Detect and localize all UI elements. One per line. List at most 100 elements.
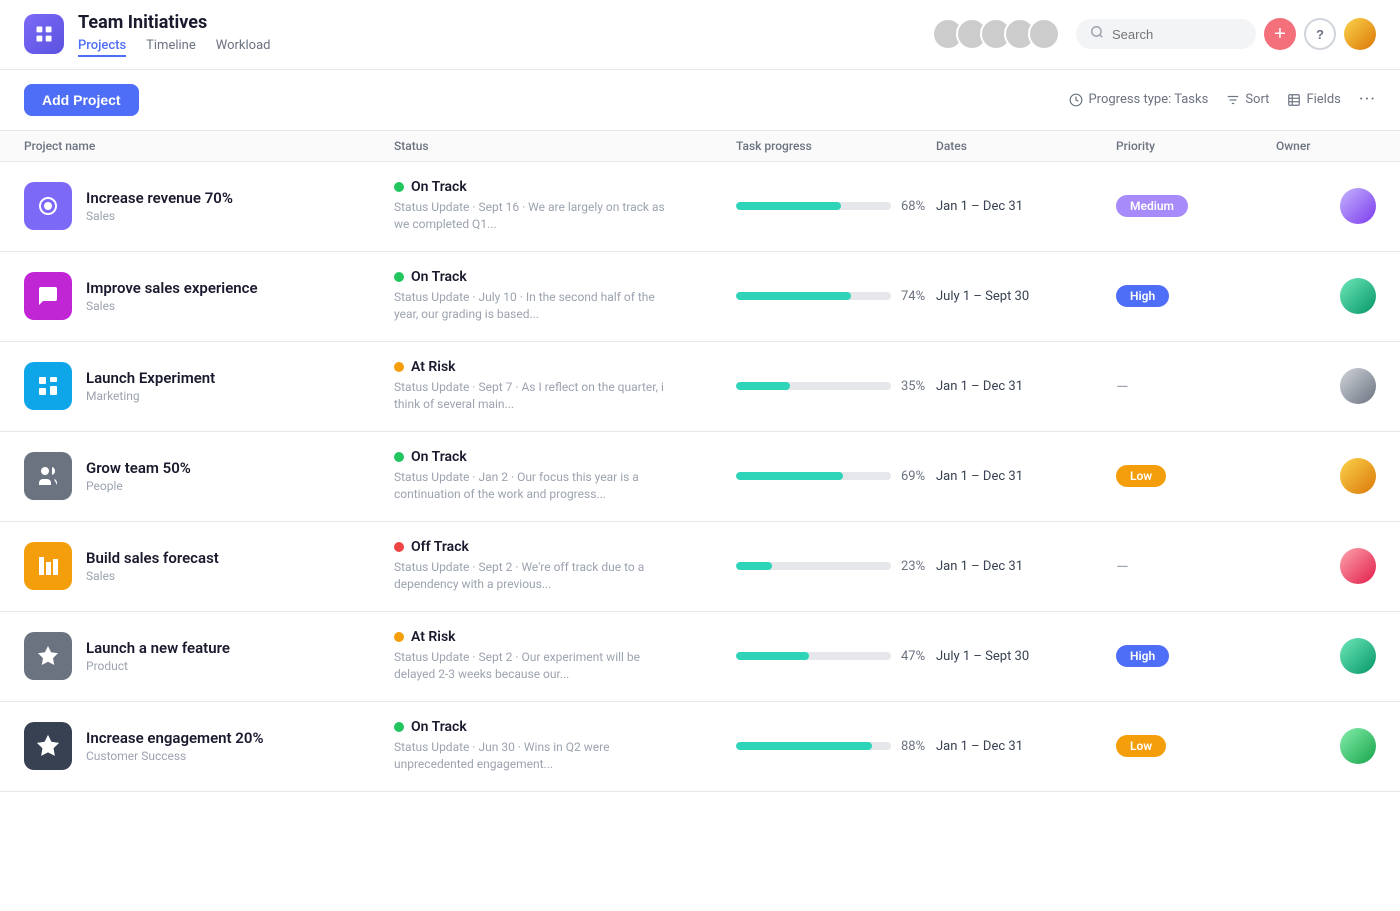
project-name: Increase engagement 20%: [86, 729, 264, 747]
priority-badge: High: [1116, 645, 1169, 667]
status-text: On Track: [411, 719, 467, 735]
app-logo: [24, 14, 64, 54]
project-info: Improve sales experience Sales: [24, 272, 394, 320]
status-col: On Track Status Update · July 10 · In th…: [394, 269, 736, 323]
progress-col: 35%: [736, 379, 936, 394]
priority-none: —: [1116, 557, 1129, 576]
status-update: Status Update · Sept 16 · We are largely…: [394, 199, 674, 233]
status-dot: [394, 632, 404, 642]
sort-label: Sort: [1245, 92, 1269, 107]
table-row[interactable]: Improve sales experience Sales On Track …: [0, 252, 1400, 342]
priority-col: High: [1116, 285, 1276, 307]
status-col: Off Track Status Update · Sept 2 · We're…: [394, 539, 736, 593]
col-status: Status: [394, 139, 736, 153]
status-update: Status Update · Sept 2 · Our experiment …: [394, 649, 674, 683]
dates-col: Jan 1 – Dec 31: [936, 199, 1116, 214]
sort-action[interactable]: Sort: [1226, 92, 1269, 107]
project-icon: [24, 452, 72, 500]
progress-bar: [736, 472, 891, 480]
progress-pct: 88%: [901, 739, 936, 754]
header: Team Initiatives Projects Timeline Workl…: [0, 0, 1400, 70]
owner-avatar: [1340, 368, 1376, 404]
project-team: People: [86, 479, 191, 493]
project-name: Launch a new feature: [86, 639, 230, 657]
status-indicator: On Track: [394, 719, 736, 735]
project-icon: [24, 362, 72, 410]
project-team: Sales: [86, 209, 233, 223]
dates-col: Jan 1 – Dec 31: [936, 469, 1116, 484]
status-col: On Track Status Update · Jan 2 · Our foc…: [394, 449, 736, 503]
owner-col: [1276, 638, 1376, 674]
progress-fill: [736, 562, 772, 570]
status-indicator: At Risk: [394, 359, 736, 375]
priority-col: High: [1116, 645, 1276, 667]
progress-bar: [736, 292, 891, 300]
progress-type-label: Progress type: Tasks: [1088, 92, 1208, 107]
nav-projects[interactable]: Projects: [78, 38, 126, 57]
status-text: Off Track: [411, 539, 469, 555]
toolbar: Add Project Progress type: Tasks Sort Fi…: [0, 70, 1400, 131]
nav-workload[interactable]: Workload: [216, 38, 271, 57]
more-options-button[interactable]: ···: [1359, 89, 1376, 110]
priority-col: —: [1116, 377, 1276, 396]
status-update: Status Update · Sept 2 · We're off track…: [394, 559, 674, 593]
dates-col: July 1 – Sept 30: [936, 289, 1116, 304]
table-row[interactable]: Launch a new feature Product At Risk Sta…: [0, 612, 1400, 702]
priority-col: Low: [1116, 735, 1276, 757]
dates-col: July 1 – Sept 30: [936, 649, 1116, 664]
project-name: Launch Experiment: [86, 369, 215, 387]
owner-col: [1276, 548, 1376, 584]
table-row[interactable]: Grow team 50% People On Track Status Upd…: [0, 432, 1400, 522]
table-row[interactable]: Increase revenue 70% Sales On Track Stat…: [0, 162, 1400, 252]
priority-badge: Low: [1116, 465, 1166, 487]
help-button[interactable]: ?: [1304, 18, 1336, 50]
progress-fill: [736, 472, 843, 480]
progress-type-action[interactable]: Progress type: Tasks: [1069, 92, 1208, 107]
user-avatar[interactable]: [1344, 18, 1376, 50]
toolbar-actions: Progress type: Tasks Sort Fields ···: [1069, 89, 1376, 110]
nav-timeline[interactable]: Timeline: [146, 38, 196, 57]
table-row[interactable]: Increase engagement 20% Customer Success…: [0, 702, 1400, 792]
app-title-block: Team Initiatives Projects Timeline Workl…: [78, 12, 270, 57]
progress-fill: [736, 202, 841, 210]
progress-pct: 69%: [901, 469, 936, 484]
owner-col: [1276, 188, 1376, 224]
priority-col: Medium: [1116, 195, 1276, 217]
progress-fill: [736, 742, 872, 750]
project-team: Product: [86, 659, 230, 673]
status-col: At Risk Status Update · Sept 2 · Our exp…: [394, 629, 736, 683]
table-row[interactable]: Launch Experiment Marketing At Risk Stat…: [0, 342, 1400, 432]
owner-avatar: [1340, 728, 1376, 764]
status-indicator: Off Track: [394, 539, 736, 555]
status-indicator: On Track: [394, 449, 736, 465]
project-icon: [24, 722, 72, 770]
owner-col: [1276, 278, 1376, 314]
priority-badge: High: [1116, 285, 1169, 307]
progress-bar: [736, 742, 891, 750]
status-dot: [394, 182, 404, 192]
search-box[interactable]: [1076, 19, 1256, 49]
status-indicator: On Track: [394, 269, 736, 285]
dates-col: Jan 1 – Dec 31: [936, 739, 1116, 754]
add-project-button[interactable]: Add Project: [24, 84, 139, 116]
project-info: Launch a new feature Product: [24, 632, 394, 680]
status-dot: [394, 362, 404, 372]
project-name: Improve sales experience: [86, 279, 258, 297]
search-input[interactable]: [1112, 27, 1242, 42]
status-col: On Track Status Update · Sept 16 · We ar…: [394, 179, 736, 233]
status-col: At Risk Status Update · Sept 7 · As I re…: [394, 359, 736, 413]
col-project-name: Project name: [24, 139, 394, 153]
project-team: Sales: [86, 569, 219, 583]
add-button[interactable]: +: [1264, 18, 1296, 50]
progress-col: 68%: [736, 199, 936, 214]
table-row[interactable]: Build sales forecast Sales Off Track Sta…: [0, 522, 1400, 612]
app-nav: Projects Timeline Workload: [78, 38, 270, 57]
fields-action[interactable]: Fields: [1287, 92, 1340, 107]
status-update: Status Update · July 10 · In the second …: [394, 289, 674, 323]
project-team: Marketing: [86, 389, 215, 403]
app-title: Team Initiatives: [78, 12, 270, 34]
progress-col: 74%: [736, 289, 936, 304]
projects-list: Increase revenue 70% Sales On Track Stat…: [0, 162, 1400, 792]
status-indicator: At Risk: [394, 629, 736, 645]
status-text: On Track: [411, 179, 467, 195]
